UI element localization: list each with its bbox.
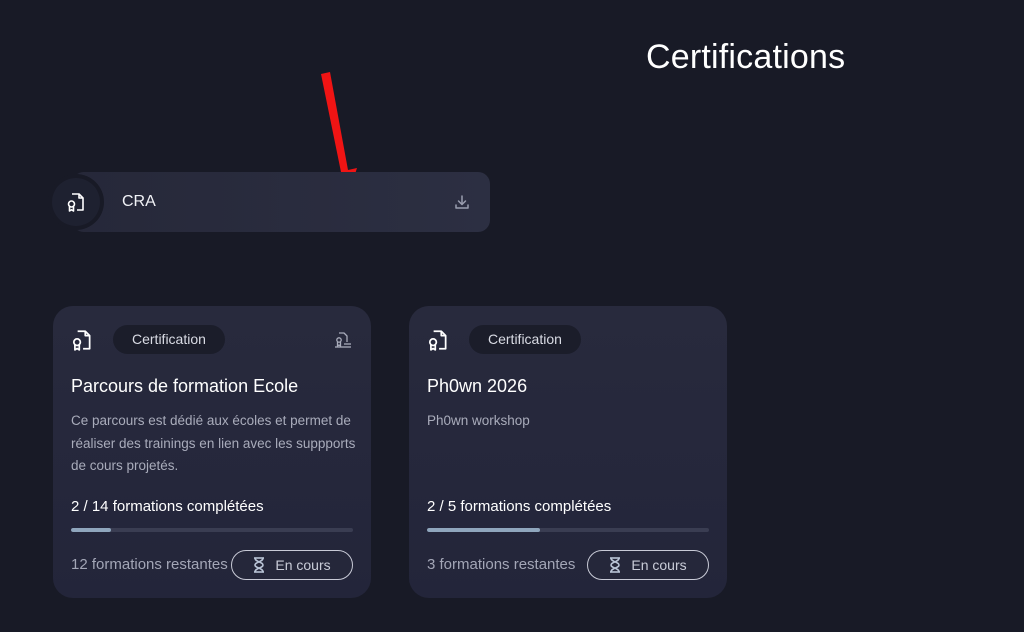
download-icon[interactable] <box>451 191 473 213</box>
progress-fill <box>71 528 112 532</box>
remaining-count: 12 formations restantes <box>71 556 228 573</box>
status-badge[interactable]: En cours <box>231 550 353 580</box>
card-tag: Certification <box>113 325 225 354</box>
certificate-file-icon <box>52 178 100 226</box>
certificate-name: CRA <box>122 193 156 210</box>
card-description: Ph0wn workshop <box>427 413 530 428</box>
progress-label: 2 / 5 formations complétées <box>427 498 612 515</box>
hourglass-icon <box>610 557 621 573</box>
progress-fill <box>427 528 540 532</box>
progress-bar <box>71 528 353 532</box>
status-badge[interactable]: En cours <box>587 550 709 580</box>
status-label: En cours <box>275 557 331 573</box>
certificate-row[interactable]: CRA <box>72 172 490 232</box>
certificate-file-icon <box>72 330 91 351</box>
progress-bar <box>427 528 709 532</box>
card-description: Ce parcours est dédié aux écoles et perm… <box>71 413 356 473</box>
certificate-group-icon <box>335 332 351 348</box>
card-title: Parcours de formation Ecole <box>71 376 299 396</box>
progress-label: 2 / 14 formations complétées <box>71 498 264 515</box>
certification-card[interactable]: Certification Parcours de formation Ecol… <box>53 306 371 598</box>
certification-card[interactable]: Certification Ph0wn 2026 Ph0wn workshop … <box>409 306 727 598</box>
status-label: En cours <box>631 557 687 573</box>
card-title: Ph0wn 2026 <box>427 376 528 396</box>
certificate-file-icon <box>428 330 447 351</box>
remaining-count: 3 formations restantes <box>427 556 576 573</box>
hourglass-icon <box>254 557 265 573</box>
certifications-page: Certifications CRA Certification Parcour… <box>0 0 1024 632</box>
card-tag: Certification <box>469 325 581 354</box>
page-title: Certifications <box>646 38 846 76</box>
